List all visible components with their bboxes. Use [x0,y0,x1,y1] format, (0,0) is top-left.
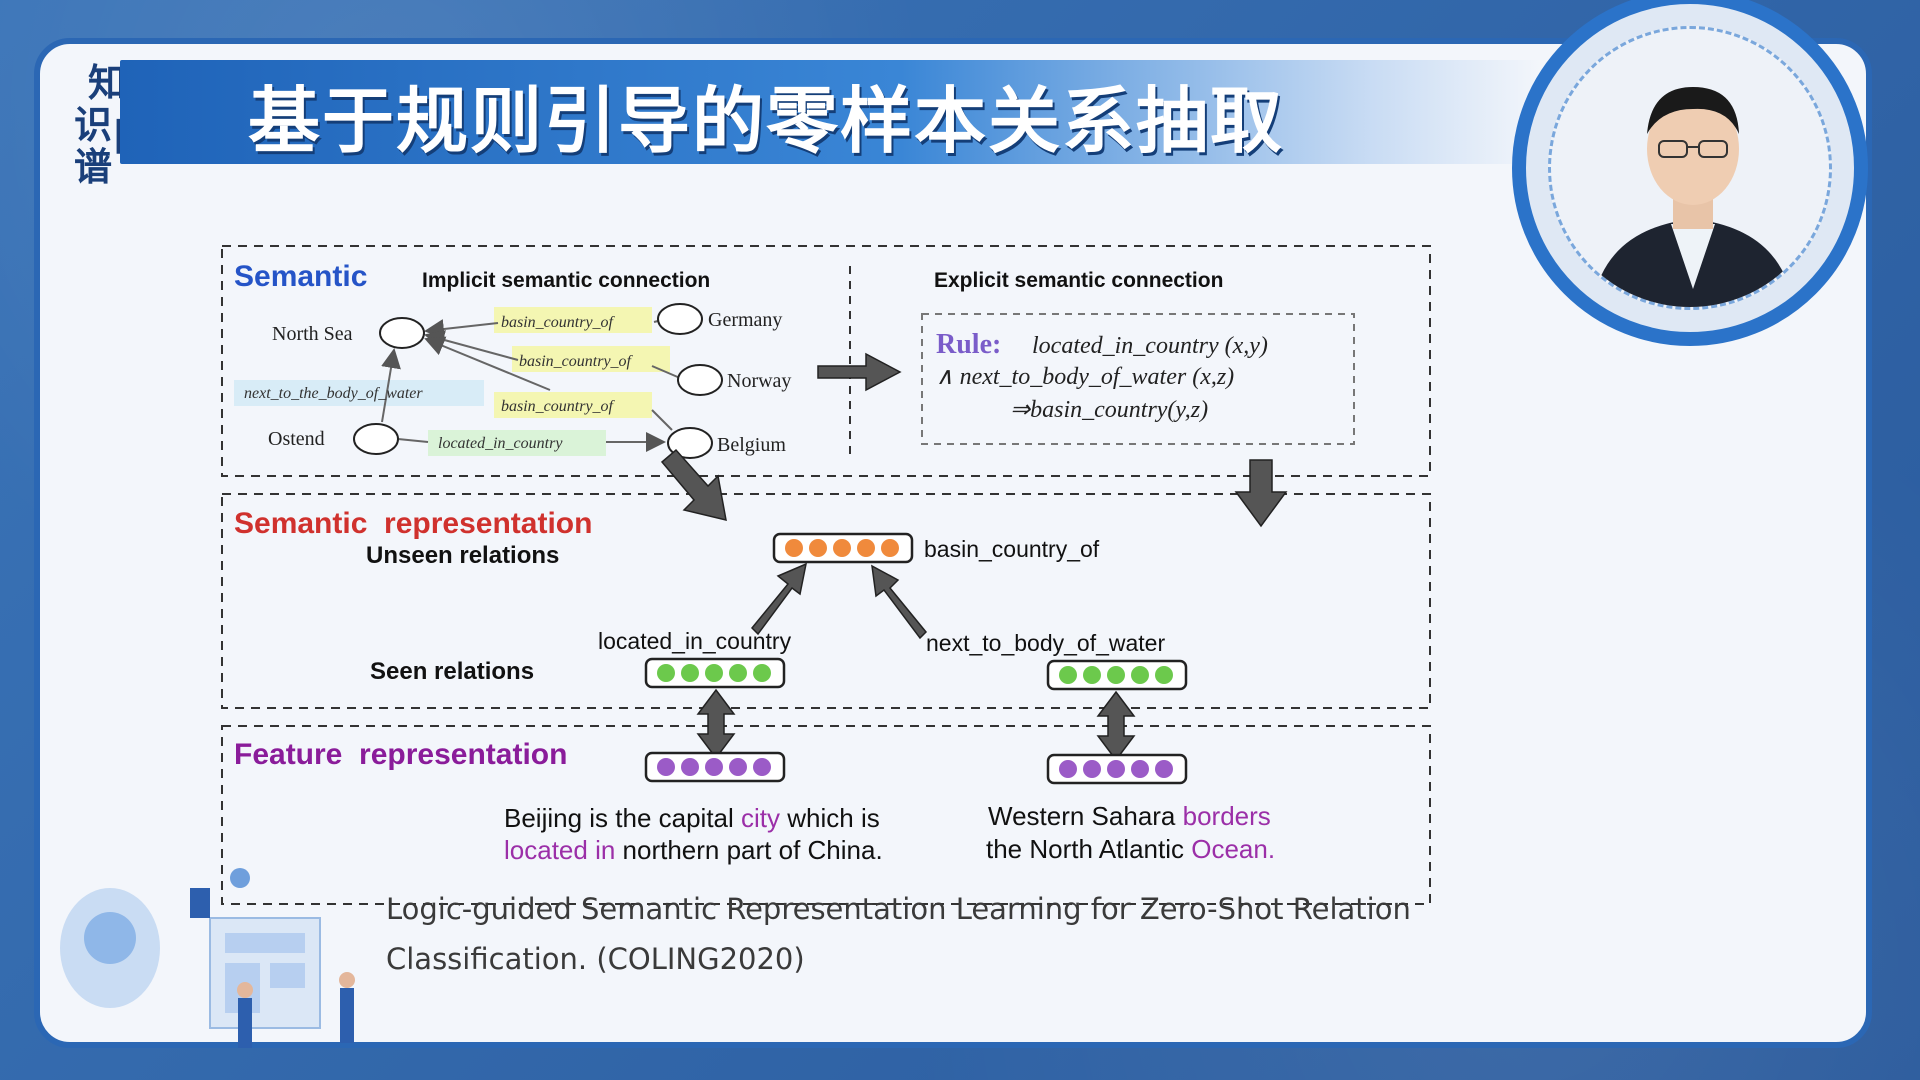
node-label-belgium: Belgium [717,434,786,456]
right-relation-label: next_to_body_of_water [926,630,1165,656]
explicit-label: Explicit semantic connection [934,269,1223,292]
implicit-label: Implicit semantic connection [422,269,710,292]
arrow-right-icon [817,352,902,392]
example-sentence-2-line-1: Western Sahara borders [988,801,1271,831]
edge-label-basin-3: basin_country_of [501,398,616,415]
seen-relations-label: Seen relations [370,658,534,685]
node-label-norway: Norway [727,370,791,392]
example-sentence-1-line-1: Beijing is the capital city which is [504,803,880,833]
left-relation-label: located_in_country [598,628,792,654]
edge-label-located: located_in_country [438,435,563,452]
semantic-heading: Semantic [234,260,367,293]
edge-line [424,330,519,361]
node-ostend [353,423,399,455]
arrow-down-icon [1234,459,1288,528]
citation-line-2: Classification. (COLING2020) [386,942,805,976]
unseen-relations-label: Unseen relations [366,542,559,569]
semantic-representation-heading: Semantic representation [234,507,592,540]
node-norway [677,364,723,396]
edge-line [651,409,673,431]
node-germany [657,303,703,335]
double-arrow-left-icon [696,688,736,760]
example-sentence-2-line-2: the North Atlantic Ocean. [986,834,1275,864]
arrow-up-left-icon [871,564,928,640]
rule-keyword: Rule: [936,329,1001,360]
node-label-ostend: Ostend [268,428,325,450]
feature-representation-heading: Feature representation [234,738,567,771]
rule-line-3: ⇒basin_country(y,z) [1010,397,1208,423]
semantic-panel [221,245,1431,477]
rule-line-1: located_in_country (x,y) [1032,333,1268,359]
edge-label-next-to: next_to_the_body_of_water [244,385,423,402]
node-label-north-sea: North Sea [272,323,353,345]
arrow-up-right-icon [750,562,808,636]
citation-line-1: Logic-guided Semantic Representation Lea… [386,892,1411,926]
node-label-germany: Germany [708,309,782,331]
edge-line [397,438,429,443]
decorative-illustration [60,868,355,1048]
node-north-sea [379,317,425,349]
edge-label-basin-1: basin_country_of [501,314,616,331]
edge-line [424,319,499,339]
rule-line-2: ∧ next_to_body_of_water (x,z) [936,364,1234,390]
example-sentence-1-line-2: located in northern part of China. [504,835,883,865]
arrow-down-left-icon [660,448,727,521]
target-relation-label: basin_country_of [924,536,1100,562]
edge-label-basin-2: basin_country_of [519,353,634,370]
citation: Logic-guided Semantic Representation Lea… [386,884,1486,984]
